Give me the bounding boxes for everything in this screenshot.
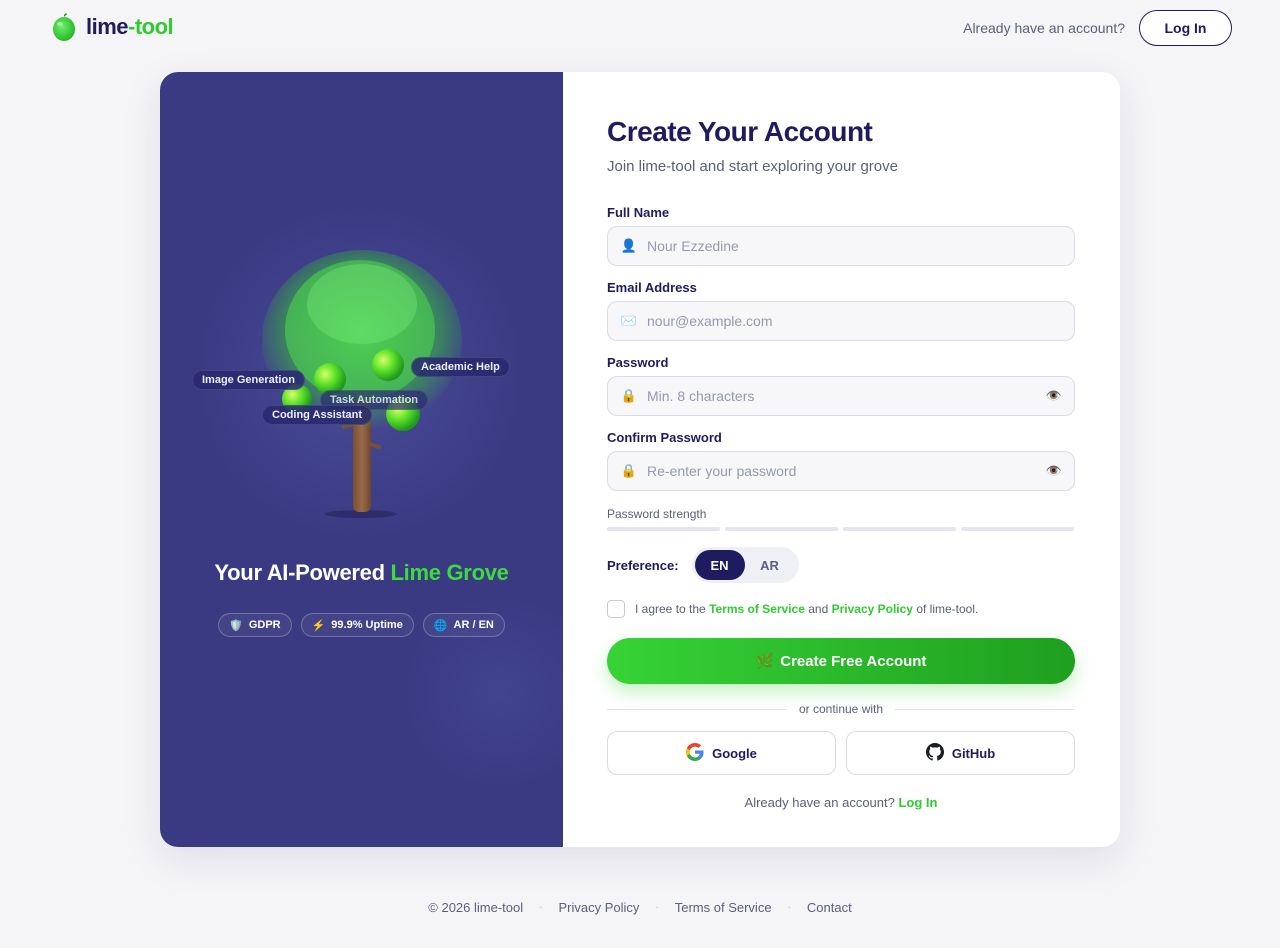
preference-label: Preference: (607, 557, 679, 573)
email-input[interactable] (647, 313, 1062, 329)
privacy-policy-link[interactable]: Privacy Policy (832, 602, 913, 616)
password-field: Password 🔒 👁️ (607, 355, 1075, 416)
mail-icon: ✉️ (620, 313, 638, 328)
signup-form: Create Your Account Join lime-tool and s… (563, 72, 1120, 847)
shield-icon: 🛡️ (229, 619, 243, 632)
footer-separator: · (539, 902, 543, 913)
brand-logo[interactable]: lime-tool (52, 12, 174, 42)
bottom-login-prompt: Already have an account? Log In (744, 795, 938, 810)
badge-gdpr: 🛡️ GDPR (218, 613, 292, 637)
brand-name: lime-tool (86, 14, 174, 39)
terms-text: I agree to the Terms of Service and Priv… (635, 602, 979, 616)
full-name-field: Full Name 👤 (607, 205, 1075, 266)
email-field: Email Address ✉️ (607, 280, 1075, 341)
github-login-button[interactable]: GitHub (846, 731, 1075, 775)
trust-badges: 🛡️ GDPR ⚡ 99.9% Uptime 🌐 AR / EN (160, 613, 563, 637)
footer-terms-link[interactable]: Terms of Service (675, 900, 772, 915)
language-toggle: EN AR (691, 547, 799, 583)
google-login-button[interactable]: Google (607, 731, 836, 775)
password-strength: Password strength (607, 507, 1075, 531)
confirm-password-label: Confirm Password (607, 430, 722, 445)
bottom-login-link[interactable]: Log In (898, 795, 937, 810)
user-icon: 👤 (620, 238, 638, 253)
lock-icon: 🔒 (620, 388, 638, 403)
password-strength-meter (607, 527, 1075, 531)
social-divider: or continue with (607, 702, 1076, 716)
top-header: lime-tool Already have an account? Log I… (0, 0, 1280, 56)
badge-uptime: ⚡ 99.9% Uptime (300, 613, 414, 637)
confirm-password-input[interactable] (647, 463, 1046, 479)
github-icon (925, 742, 944, 764)
terms-checkbox[interactable] (607, 600, 625, 618)
language-option-ar[interactable]: AR (745, 550, 795, 580)
fruit-label: Coding Assistant (262, 405, 373, 425)
password-label: Password (607, 355, 669, 370)
globe-icon: 🌐 (433, 619, 448, 632)
lightning-icon: ⚡ (311, 619, 326, 632)
lock-icon: 🔒 (620, 463, 638, 478)
confirm-password-field: Confirm Password 🔒 👁️ (607, 430, 1075, 491)
hero-title: Your AI-Powered Lime Grove (214, 560, 509, 585)
language-preference: Preference: EN AR (607, 547, 1075, 583)
footer-privacy-link[interactable]: Privacy Policy (558, 900, 639, 915)
language-option-en[interactable]: EN (694, 550, 745, 580)
form-title: Create Your Account (607, 116, 873, 147)
password-input[interactable] (647, 388, 1046, 404)
strength-bar (725, 527, 838, 531)
leaf-icon: 🌿 (755, 653, 775, 670)
social-login: Google GitHub (607, 731, 1075, 775)
strength-bar (961, 527, 1074, 531)
strength-bar (843, 527, 956, 531)
lime-logo-icon (52, 12, 76, 42)
google-icon (686, 742, 704, 764)
terms-agreement: I agree to the Terms of Service and Priv… (607, 600, 1075, 618)
signup-card: Image Generation Academic Help Task Auto… (160, 72, 1120, 847)
hero-panel: Image Generation Academic Help Task Auto… (160, 72, 563, 847)
divider-text: or continue with (798, 702, 884, 716)
create-account-button[interactable]: 🌿 Create Free Account (607, 638, 1075, 684)
header-login-button[interactable]: Log In (1139, 10, 1232, 46)
page-footer: © 2026 lime-tool · Privacy Policy · Term… (0, 900, 1280, 915)
eye-icon[interactable]: 👁️ (1046, 463, 1062, 479)
fruit-label: Academic Help (411, 357, 510, 377)
badge-languages: 🌐 AR / EN (422, 613, 505, 637)
footer-copyright: © 2026 lime-tool (428, 900, 524, 915)
header-account-prompt: Already have an account? (963, 20, 1125, 36)
strength-bar (607, 527, 720, 531)
full-name-label: Full Name (607, 205, 670, 220)
footer-separator: · (655, 902, 659, 913)
full-name-input[interactable] (647, 238, 1062, 254)
terms-of-service-link[interactable]: Terms of Service (709, 602, 805, 616)
email-label: Email Address (607, 280, 697, 295)
footer-separator: · (787, 902, 791, 913)
footer-contact-link[interactable]: Contact (807, 900, 852, 915)
password-strength-label: Password strength (607, 507, 707, 521)
eye-icon[interactable]: 👁️ (1046, 388, 1062, 404)
lime-tree-illustration (262, 250, 462, 518)
fruit-label: Image Generation (192, 370, 305, 390)
form-subtitle: Join lime-tool and start exploring your … (607, 158, 898, 175)
